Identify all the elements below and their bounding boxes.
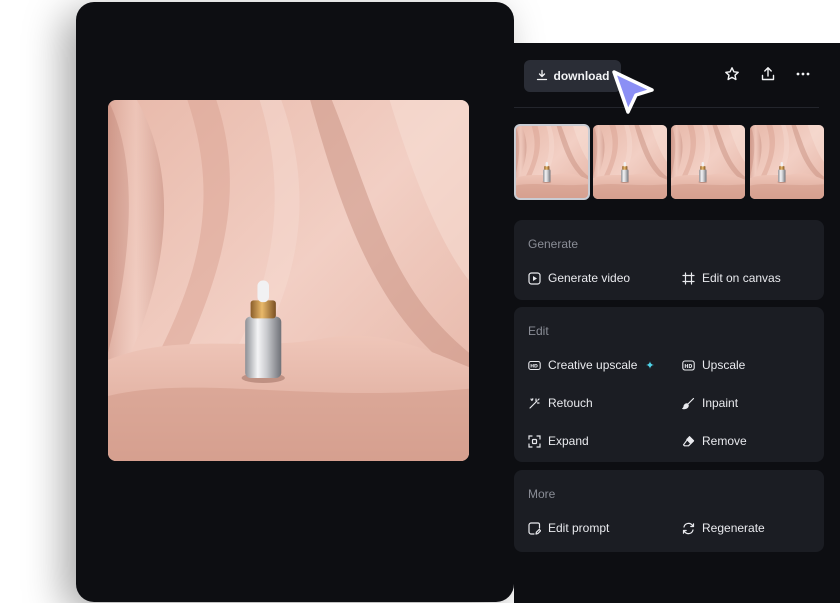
favorite-button[interactable] <box>721 65 743 87</box>
generate-video-action[interactable]: Generate video <box>528 271 630 285</box>
hd-icon: HD <box>682 359 695 372</box>
header-divider <box>514 107 819 108</box>
more-section-title: More <box>528 487 556 501</box>
download-button[interactable]: download <box>524 60 621 92</box>
expand-action[interactable]: Expand <box>528 434 589 448</box>
share-button[interactable] <box>757 65 779 87</box>
generate-video-label: Generate video <box>548 271 631 285</box>
edit-prompt-label: Edit prompt <box>548 521 610 535</box>
creative-upscale-label: Creative upscale <box>548 358 638 372</box>
more-options-button[interactable] <box>792 65 814 87</box>
download-icon <box>536 69 548 84</box>
edit-section-title: Edit <box>528 324 549 338</box>
play-icon <box>528 271 541 285</box>
paint-brush-icon <box>682 397 695 410</box>
generate-section-title: Generate <box>528 237 579 251</box>
upscale-action[interactable]: HD Upscale <box>682 358 745 372</box>
svg-text:HD: HD <box>684 363 692 369</box>
image-actions-panel: download Generate Generate video Edit on… <box>514 43 840 603</box>
pointer-cursor-icon <box>608 68 660 123</box>
edit-section: Edit HD Creative upscale ✦ HD Upscale Re… <box>514 307 824 462</box>
edit-on-canvas-action[interactable]: Edit on canvas <box>682 271 781 285</box>
retouch-label: Retouch <box>548 396 593 410</box>
more-horizontal-icon <box>795 66 811 87</box>
retouch-action[interactable]: Retouch <box>528 396 593 410</box>
eraser-icon <box>682 435 695 448</box>
thumbnail-1[interactable] <box>514 124 590 200</box>
image-preview-panel <box>76 2 514 602</box>
magic-wand-icon <box>528 397 541 410</box>
upscale-label: Upscale <box>702 358 746 372</box>
regenerate-action[interactable]: Regenerate <box>682 521 765 535</box>
thumbnail-3[interactable] <box>671 125 745 199</box>
creative-upscale-action[interactable]: HD Creative upscale ✦ <box>528 358 655 372</box>
download-label: download <box>553 69 610 83</box>
thumbnail-4[interactable] <box>750 125 824 199</box>
share-upload-icon <box>760 66 776 87</box>
canvas-icon <box>682 271 695 285</box>
generate-section: Generate Generate video Edit on canvas <box>514 220 824 300</box>
edit-prompt-icon <box>528 521 541 535</box>
thumbnail-2[interactable] <box>593 125 667 199</box>
generated-image-preview[interactable] <box>108 100 469 461</box>
refresh-icon <box>682 522 695 535</box>
edit-on-canvas-label: Edit on canvas <box>702 271 781 285</box>
inpaint-label: Inpaint <box>702 396 739 410</box>
expand-frame-icon <box>528 434 541 448</box>
regenerate-label: Regenerate <box>702 521 765 535</box>
svg-text:HD: HD <box>530 363 538 369</box>
more-section: More Edit prompt Regenerate <box>514 470 824 552</box>
edit-prompt-action[interactable]: Edit prompt <box>528 521 609 535</box>
star-icon <box>724 66 740 87</box>
expand-label: Expand <box>548 434 589 448</box>
sparkle-icon: ✦ <box>645 359 655 372</box>
remove-action[interactable]: Remove <box>682 434 747 448</box>
hd-plus-icon: HD <box>528 359 541 372</box>
inpaint-action[interactable]: Inpaint <box>682 396 738 410</box>
remove-label: Remove <box>702 434 747 448</box>
